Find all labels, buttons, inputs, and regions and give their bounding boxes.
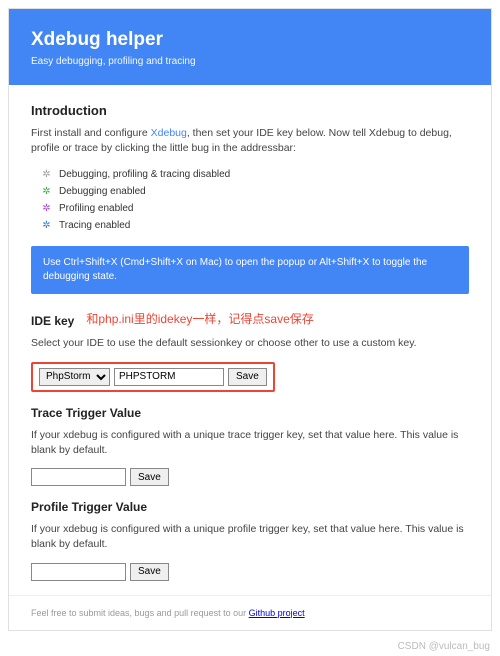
page-title: Xdebug helper: [31, 29, 469, 51]
github-link[interactable]: Github project: [249, 608, 305, 618]
trace-input[interactable]: [31, 468, 126, 486]
options-panel: Xdebug helper Easy debugging, profiling …: [8, 8, 492, 631]
bug-icon-disabled: ✲: [41, 169, 52, 180]
ide-select[interactable]: PhpStorm: [39, 368, 110, 386]
intro-text: First install and configure Xdebug, then…: [31, 126, 469, 156]
footer-note: Feel free to submit ideas, bugs and pull…: [9, 595, 491, 630]
ide-key-input[interactable]: [114, 368, 224, 386]
bug-icon-debugging: ✲: [41, 186, 52, 197]
ide-desc: Select your IDE to use the default sessi…: [31, 336, 469, 351]
bug-icon-profiling: ✲: [41, 203, 52, 214]
header: Xdebug helper Easy debugging, profiling …: [9, 9, 491, 85]
xdebug-link[interactable]: Xdebug: [151, 127, 187, 139]
profile-input[interactable]: [31, 563, 126, 581]
content-area: Introduction First install and configure…: [9, 85, 491, 595]
bug-icon-tracing: ✲: [41, 220, 52, 231]
legend-tracing: ✲Tracing enabled: [41, 217, 469, 234]
shortcut-notice: Use Ctrl+Shift+X (Cmd+Shift+X on Mac) to…: [31, 246, 469, 294]
profile-heading: Profile Trigger Value: [31, 500, 469, 514]
trace-heading: Trace Trigger Value: [31, 406, 469, 420]
profile-desc: If your xdebug is configured with a uniq…: [31, 522, 469, 552]
intro-heading: Introduction: [31, 103, 469, 118]
profile-save-button[interactable]: Save: [130, 563, 169, 581]
legend-disabled: ✲Debugging, profiling & tracing disabled: [41, 166, 469, 183]
watermark: CSDN @vulcan_bug: [0, 639, 500, 656]
ide-heading: IDE key: [31, 314, 74, 328]
legend-list: ✲Debugging, profiling & tracing disabled…: [41, 166, 469, 234]
page-subtitle: Easy debugging, profiling and tracing: [31, 56, 469, 67]
ide-save-button[interactable]: Save: [228, 368, 267, 386]
legend-debugging: ✲Debugging enabled: [41, 183, 469, 200]
ide-highlight-box: PhpStorm Save: [31, 362, 275, 392]
annotation-text: 和php.ini里的idekey一样，记得点save保存: [86, 310, 313, 327]
legend-profiling: ✲Profiling enabled: [41, 200, 469, 217]
trace-save-button[interactable]: Save: [130, 468, 169, 486]
trace-desc: If your xdebug is configured with a uniq…: [31, 428, 469, 458]
